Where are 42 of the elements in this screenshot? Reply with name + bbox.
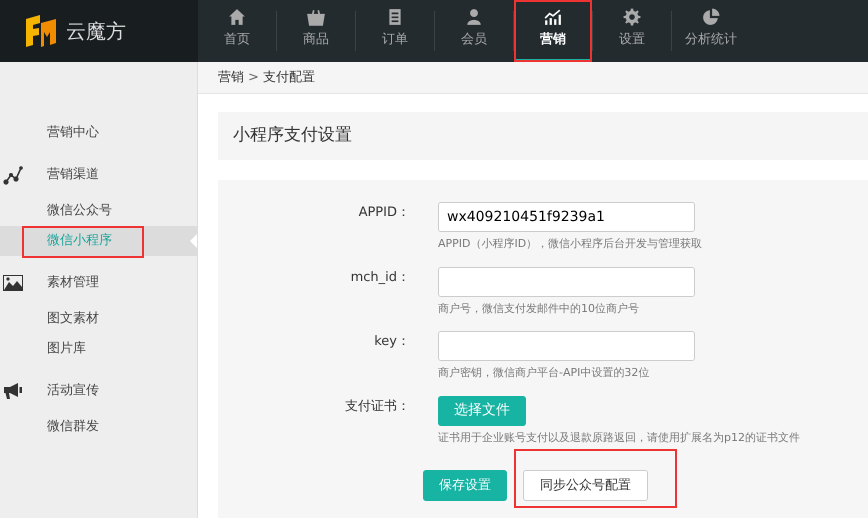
breadcrumb-separator: >	[248, 68, 259, 87]
help-text: APPID（小程序ID），微信小程序后台开发与管理获取	[438, 236, 702, 252]
image-icon	[3, 275, 23, 291]
breadcrumb-item[interactable]: 营销	[218, 68, 244, 88]
network-icon	[3, 165, 25, 185]
sidebar-section[interactable]: 活动宣传	[0, 370, 197, 412]
nav-tab[interactable]: 首页	[198, 0, 276, 62]
help-text: 证书用于企业账号支付以及退款原路返回，请使用扩展名为p12的证书文件	[438, 430, 800, 446]
text-field[interactable]	[438, 266, 695, 296]
sidebar-section[interactable]: 营销渠道	[0, 154, 197, 196]
logo-icon	[24, 15, 58, 47]
help-text: 商户号，微信支付发邮件中的10位商户号	[438, 300, 640, 316]
breadcrumb-item: 支付配置	[262, 68, 315, 87]
sidebar-item[interactable]: 营销中心	[0, 118, 197, 148]
field-label: APPID：	[358, 204, 410, 222]
sidebar-item[interactable]: 图文素材	[0, 304, 197, 334]
nav-tab[interactable]: 会员	[435, 0, 513, 62]
sidebar-section[interactable]: 素材管理	[0, 262, 197, 304]
nav-tab[interactable]: 营销	[514, 0, 592, 62]
field-label: key：	[373, 333, 410, 351]
logo-text: 云魔方	[66, 18, 126, 45]
settings-icon	[623, 8, 641, 26]
field-label: mch_id：	[350, 268, 410, 286]
text-field[interactable]	[438, 331, 695, 361]
megaphone-icon	[3, 382, 23, 400]
sidebar-item[interactable]: 图片库	[0, 334, 197, 364]
pie-chart-icon	[702, 8, 720, 26]
basket-icon	[307, 8, 325, 26]
page-title: 小程序支付设置	[218, 112, 868, 160]
sidebar-item[interactable]: 微信群发	[0, 412, 197, 442]
text-field[interactable]: wx409210451f9239a1	[438, 202, 695, 232]
nav-tab[interactable]: 分析统计	[672, 0, 750, 62]
home-icon	[228, 8, 246, 26]
nav-tab[interactable]: 订单	[356, 0, 434, 62]
sidebar-item[interactable]: 微信公众号	[0, 196, 197, 226]
person-icon	[465, 8, 483, 26]
nav-tab[interactable]: 商品	[277, 0, 355, 62]
nav-tab[interactable]: 设置	[593, 0, 671, 62]
field-label: 支付证书：	[344, 398, 410, 416]
help-text: 商户密钥，微信商户平台-API中设置的32位	[438, 365, 650, 381]
sync-button[interactable]: 同步公众号配置	[523, 470, 648, 501]
chart-icon	[544, 8, 562, 26]
